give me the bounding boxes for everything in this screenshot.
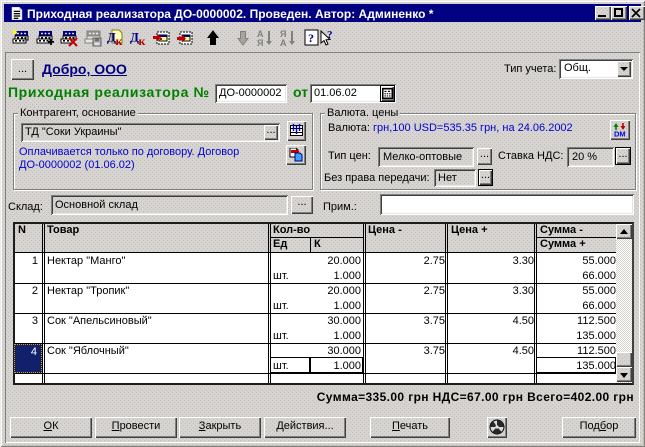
svg-text:?: ?	[308, 31, 314, 45]
svg-text:DM: DM	[614, 130, 626, 138]
svg-text:?: ?	[327, 29, 333, 41]
svg-text:к: к	[116, 34, 123, 47]
svg-text:А: А	[280, 38, 287, 47]
svg-text:к: к	[139, 34, 146, 47]
svg-text:Я: Я	[257, 38, 263, 47]
